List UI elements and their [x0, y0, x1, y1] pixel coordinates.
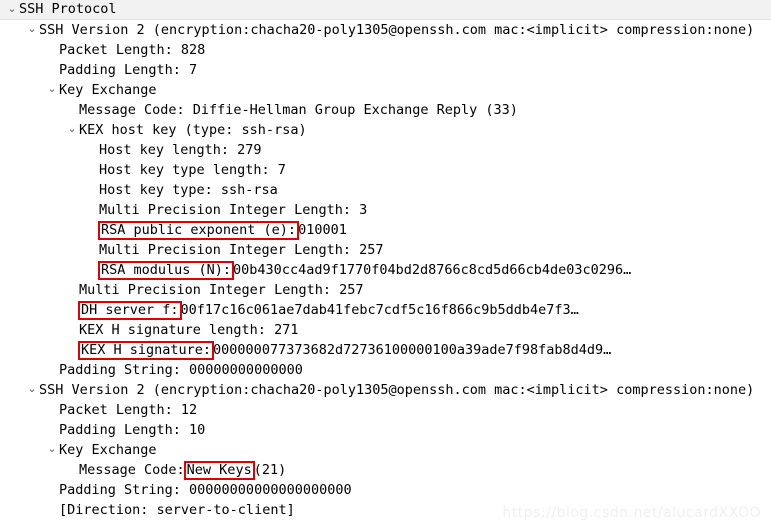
tree-row-label: KEX H signature length: 271 — [79, 322, 299, 338]
tree-row-padding-length-7[interactable]: Padding Length: 7 — [0, 60, 771, 80]
chevron-down-icon[interactable]: ⌄ — [5, 0, 19, 19]
tree-row-padding-length-10[interactable]: Padding Length: 10 — [0, 420, 771, 440]
tree-row-host-key-type[interactable]: Host key type: ssh-rsa — [0, 180, 771, 200]
tree-row-label: Host key length: 279 — [99, 142, 262, 158]
tree-twisty-placeholder — [85, 199, 99, 219]
tree-row-label: Key Exchange — [59, 82, 157, 98]
tree-twisty-placeholder — [45, 399, 59, 419]
highlight-box-kex-h-signature: KEX H signature: — [78, 340, 215, 360]
tree-row-host-key-length[interactable]: Host key length: 279 — [0, 140, 771, 160]
tree-twisty-placeholder — [85, 159, 99, 179]
tree-row-label: Packet Length: 828 — [59, 42, 206, 58]
tree-row-mpi-length-257-a[interactable]: Multi Precision Integer Length: 257 — [0, 240, 771, 260]
tree-twisty-placeholder — [65, 339, 79, 359]
tree-row-rsa-modulus[interactable]: RSA modulus (N): 00b430cc4ad9f1770f04bd2… — [0, 260, 771, 280]
tree-row-kex-h-signature[interactable]: KEX H signature: 000000077373682d7273610… — [0, 340, 771, 360]
tree-row-mpi-length-3[interactable]: Multi Precision Integer Length: 3 — [0, 200, 771, 220]
tree-twisty-placeholder — [65, 279, 79, 299]
tree-row-label: Multi Precision Integer Length: 3 — [99, 202, 368, 218]
tree-row-value: 010001 — [298, 222, 347, 238]
tree-row-kex-h-signature-length[interactable]: KEX H signature length: 271 — [0, 320, 771, 340]
tree-row-dh-server-f[interactable]: DH server f: 00f17c16c061ae7dab41febc7cd… — [0, 300, 771, 320]
tree-row-ssh-protocol[interactable]: ⌄ SSH Protocol — [0, 0, 771, 20]
tree-row-label: SSH Protocol — [19, 1, 117, 17]
tree-row-rsa-public-exponent[interactable]: RSA public exponent (e): 010001 — [0, 220, 771, 240]
chevron-down-icon[interactable]: ⌄ — [45, 439, 59, 459]
chevron-down-icon[interactable]: ⌄ — [45, 79, 59, 99]
tree-row-label: KEX host key (type: ssh-rsa) — [79, 122, 307, 138]
tree-twisty-placeholder — [65, 99, 79, 119]
tree-row-value: 000000077373682d72736100000100a39ade7f98… — [213, 342, 612, 358]
tree-row-value: 00f17c16c061ae7dab41febc7cdf5c16f866c9b5… — [180, 302, 579, 318]
tree-row-label: Message Code: Diffie-Hellman Group Excha… — [79, 102, 518, 118]
tree-twisty-placeholder — [85, 179, 99, 199]
tree-row-message-code-new-keys[interactable]: Message Code: New Keys (21) — [0, 460, 771, 480]
tree-twisty-placeholder — [85, 139, 99, 159]
tree-twisty-placeholder — [45, 479, 59, 499]
tree-row-key-exchange-second[interactable]: ⌄ Key Exchange — [0, 440, 771, 460]
tree-row-label: Padding Length: 10 — [59, 422, 206, 438]
tree-twisty-placeholder — [85, 219, 99, 239]
tree-row-mpi-length-257-b[interactable]: Multi Precision Integer Length: 257 — [0, 280, 771, 300]
tree-row-label: Host key type: ssh-rsa — [99, 182, 278, 198]
highlight-box-rsa-modulus: RSA modulus (N): — [98, 260, 235, 280]
tree-twisty-placeholder — [45, 499, 59, 519]
chevron-down-icon[interactable]: ⌄ — [25, 19, 39, 39]
tree-row-label: Packet Length: 12 — [59, 402, 198, 418]
tree-row-label: Multi Precision Integer Length: 257 — [79, 282, 364, 298]
tree-row-label: SSH Version 2 (encryption:chacha20-poly1… — [39, 22, 755, 38]
tree-row-value: 00b430cc4ad9f1770f04bd2d8766c8cd5d66cb4d… — [233, 262, 632, 278]
tree-row-label: Padding Length: 7 — [59, 62, 198, 78]
tree-row-label: [Direction: server-to-client] — [59, 502, 295, 518]
protocol-tree[interactable]: ⌄ SSH Protocol ⌄ SSH Version 2 (encryption:… — [0, 0, 771, 520]
tree-twisty-placeholder — [45, 359, 59, 379]
chevron-down-icon[interactable]: ⌄ — [25, 379, 39, 399]
tree-row-value: (21) — [253, 462, 287, 478]
tree-row-label: Multi Precision Integer Length: 257 — [99, 242, 384, 258]
tree-twisty-placeholder — [85, 259, 99, 279]
tree-row-packet-length-12[interactable]: Packet Length: 12 — [0, 400, 771, 420]
tree-twisty-placeholder — [65, 299, 79, 319]
tree-twisty-placeholder — [65, 319, 79, 339]
highlight-box-dh-server-f: DH server f: — [78, 300, 182, 320]
tree-row-label: SSH Version 2 (encryption:chacha20-poly1… — [39, 382, 755, 398]
tree-twisty-placeholder — [65, 459, 79, 479]
tree-row-label: Padding String: 00000000000000 — [59, 362, 303, 378]
tree-row-message-code-dh-gex-reply[interactable]: Message Code: Diffie-Hellman Group Excha… — [0, 100, 771, 120]
tree-row-padding-string-first[interactable]: Padding String: 00000000000000 — [0, 360, 771, 380]
tree-row-ssh-version-2-second[interactable]: ⌄ SSH Version 2 (encryption:chacha20-poly… — [0, 380, 771, 400]
tree-row-prefix: Message Code: — [79, 462, 185, 478]
highlight-box-rsa-public-exponent: RSA public exponent (e): — [98, 220, 300, 240]
chevron-down-icon[interactable]: ⌄ — [65, 119, 79, 139]
tree-row-host-key-type-length[interactable]: Host key type length: 7 — [0, 160, 771, 180]
tree-row-label: Key Exchange — [59, 442, 157, 458]
tree-row-kex-host-key[interactable]: ⌄ KEX host key (type: ssh-rsa) — [0, 120, 771, 140]
tree-twisty-placeholder — [45, 59, 59, 79]
tree-row-key-exchange-first[interactable]: ⌄ Key Exchange — [0, 80, 771, 100]
tree-row-label: Padding String: 00000000000000000000 — [59, 482, 352, 498]
tree-twisty-placeholder — [45, 39, 59, 59]
tree-row-padding-string-second[interactable]: Padding String: 00000000000000000000 — [0, 480, 771, 500]
tree-row-ssh-version-2-first[interactable]: ⌄ SSH Version 2 (encryption:chacha20-poly… — [0, 20, 771, 40]
tree-row-packet-length-828[interactable]: Packet Length: 828 — [0, 40, 771, 60]
watermark: https://blog.csdn.net/alucardXXOO — [502, 505, 761, 521]
tree-twisty-placeholder — [45, 419, 59, 439]
tree-row-label: Host key type length: 7 — [99, 162, 286, 178]
highlight-box-message-code-new-keys: New Keys — [183, 460, 255, 480]
tree-twisty-placeholder — [85, 239, 99, 259]
